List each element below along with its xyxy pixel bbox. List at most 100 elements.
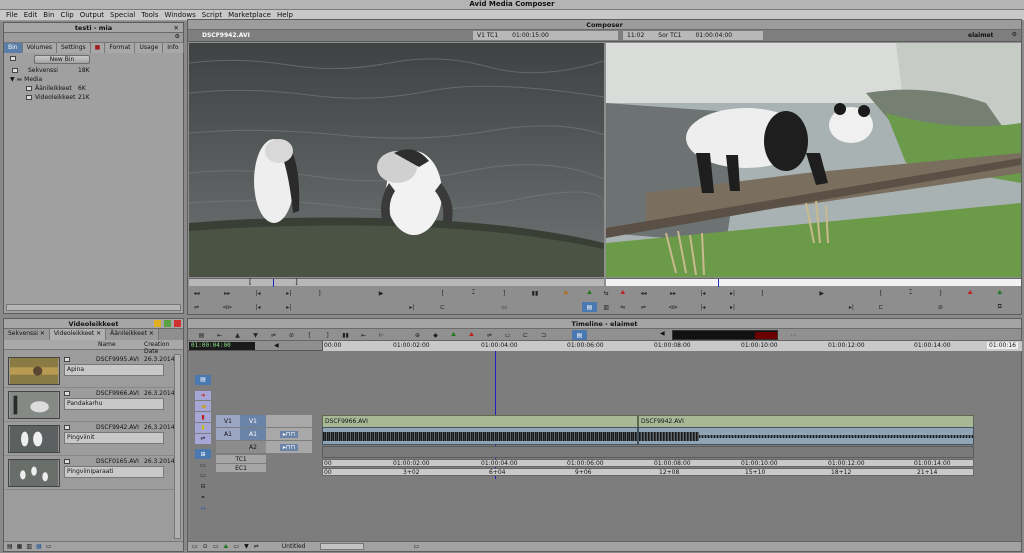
close-icon[interactable] [174,320,181,327]
menu-bin[interactable]: Bin [40,11,57,19]
source-clip-name[interactable]: DSCF9942.AVI [202,32,250,39]
fast-forward-button[interactable]: ▸▸ [666,288,681,298]
extract-button[interactable]: [ [302,330,317,340]
tab-aanileikkeet[interactable]: Äänileikkeet ✕ [106,329,159,340]
mark-in-button[interactable]: [ [874,288,889,298]
triangle-down-icon[interactable]: ▼ [10,76,15,83]
add-edit-button[interactable]: ⊢ [374,330,389,340]
clear-button[interactable]: ⇌ [482,330,497,340]
record-monitor[interactable] [606,43,1021,277]
footer-tool-icon[interactable]: ⇌ [254,543,259,550]
jog-forward-button[interactable]: ▸| [725,302,740,312]
copy-button[interactable]: ⧉ [992,302,1007,312]
disable-button[interactable]: ⊘ [933,302,948,312]
mark-out-button[interactable]: ] [933,288,948,298]
step-forward-button[interactable]: ▸| [725,288,740,298]
menu-windows[interactable]: Windows [162,11,199,19]
rewind-button[interactable]: ◂◂ [636,288,651,298]
layout-button[interactable]: ⇆ [599,288,614,298]
match-frame-button[interactable]: ⊲⊳ [666,302,681,312]
jog-back-button[interactable]: |◂ [695,302,710,312]
close-icon[interactable]: ✕ [149,330,154,337]
list-item[interactable]: Videoleikkeet 21K [10,93,183,102]
tab-sekvenssi[interactable]: Sekvenssi ✕ [4,329,50,340]
trim-button[interactable]: ⇤ [356,330,371,340]
clip-label[interactable]: Apina [64,364,164,376]
composer-options-icon[interactable]: ⚙ [1012,31,1017,38]
track-view-button[interactable]: ▤ [195,375,211,385]
speaker-icon[interactable]: ▸⊓⊓ [279,430,299,438]
effects-button[interactable]: ⇋ [615,302,630,312]
red-mountain-button[interactable]: ⛰ [464,330,479,340]
menu-help[interactable]: Help [274,11,296,19]
clip-label[interactable]: Pingviinit [64,432,164,444]
step-forward-button[interactable]: ▸| [281,288,296,298]
focus-button[interactable]: ▤ [572,330,587,340]
yellow-button[interactable]: ◀ [195,401,211,412]
list-item[interactable]: DSCF9942.AVI 26.3.2014 Pingviinit [4,422,176,456]
column-creation-date[interactable]: Creation Date [144,341,183,355]
menu-marketplace[interactable]: Marketplace [225,11,274,19]
tab-videoleikkeet[interactable]: Videoleikkeet ✕ [49,329,107,340]
new-bin-button[interactable]: New Bin [34,55,90,64]
timeline-view-button[interactable]: ▤ [194,330,209,340]
source-track-a2[interactable] [216,441,240,453]
tab-script-icon[interactable]: ■ [90,43,106,53]
single-monitor-button[interactable]: ▤ [582,302,597,312]
up-button[interactable]: ▲ [230,330,245,340]
down-button[interactable]: ▼ [248,330,263,340]
footer-label[interactable]: Untitled [282,543,306,550]
list-item[interactable]: ▼ ▬ Media [10,75,183,84]
monitor-button[interactable]: ▭ [195,460,211,470]
fit-button[interactable]: ▭ [195,471,211,481]
clear-marks-button[interactable]: ⇌ [189,302,204,312]
yellow-segment-button[interactable]: ▮ [195,422,211,433]
close-icon[interactable]: ✕ [96,330,101,337]
match-frame-button[interactable]: ⊲⊳ [220,302,235,312]
a2-empty-track[interactable] [322,446,974,458]
sync-button[interactable]: ◆ [428,330,443,340]
trim-mode-button[interactable]: ⇌ [195,433,211,444]
overwrite-button[interactable]: ▸| [404,302,419,312]
mark-clip-button[interactable]: ⌶ [903,288,918,298]
sync-lock-button[interactable]: ▭ [500,330,515,340]
mark-in-button[interactable]: [ [435,288,450,298]
record-position-bar[interactable] [606,278,1021,287]
timeline-ruler[interactable]: 00:00 01:00:02:00 01:00:04:00 01:00:06:0… [322,341,1022,351]
list-item[interactable]: Äänileikkeet 6K [10,84,183,93]
source-track-a1[interactable]: A1 [216,428,240,440]
fast-forward-button[interactable]: ▸▸ [220,288,235,298]
play-button[interactable]: ▶ [814,288,829,298]
rewind-button[interactable]: ◂◂ [189,288,204,298]
timeline-timecode[interactable]: 01:00:04:00 [189,342,255,350]
segment-button[interactable]: ⇌ [266,330,281,340]
clip-label[interactable]: Pandakarhu [64,398,164,410]
red-record-button[interactable]: ⛰ [615,288,630,298]
mark-clip-button[interactable]: ⌶ [466,288,481,298]
step-back-button[interactable]: |◂ [695,288,710,298]
footer-tool-icon[interactable]: ▭ [233,543,239,550]
tab-volumes[interactable]: Volumes [22,43,58,53]
project-scrollbar[interactable] [6,304,181,311]
snap-button[interactable]: ⊐ [536,330,551,340]
scroll-icon[interactable]: ▭ [413,543,419,550]
menu-script[interactable]: Script [199,11,225,19]
record-track-v1[interactable]: V1 [240,415,266,427]
record-position-indicator[interactable] [718,279,719,287]
tc2-label[interactable]: Sor TC1 [658,32,681,39]
list-item[interactable]: DSCF9966.AVI 26.3.2014 Pandakarhu [4,388,176,422]
project-options-icon[interactable]: ⚙ [175,33,180,40]
bin-scrollbar[interactable] [174,354,181,539]
splice-button[interactable]: ▮▮ [527,288,542,298]
go-to-out-button[interactable]: ] [755,288,770,298]
tab-settings[interactable]: Settings [57,43,91,53]
zoom-button[interactable]: ⊞ [195,449,211,460]
green-mountain-button[interactable]: ⛰ [446,330,461,340]
source-position-indicator[interactable] [273,279,274,287]
audio-clip-a1[interactable] [638,427,974,445]
mark-button[interactable]: ⊕ [410,330,425,340]
menu-output[interactable]: Output [77,11,107,19]
timeline-options-button[interactable]: ⋯ [786,330,801,340]
splice-button[interactable]: ] [320,330,335,340]
tab-format[interactable]: Format [105,43,136,53]
